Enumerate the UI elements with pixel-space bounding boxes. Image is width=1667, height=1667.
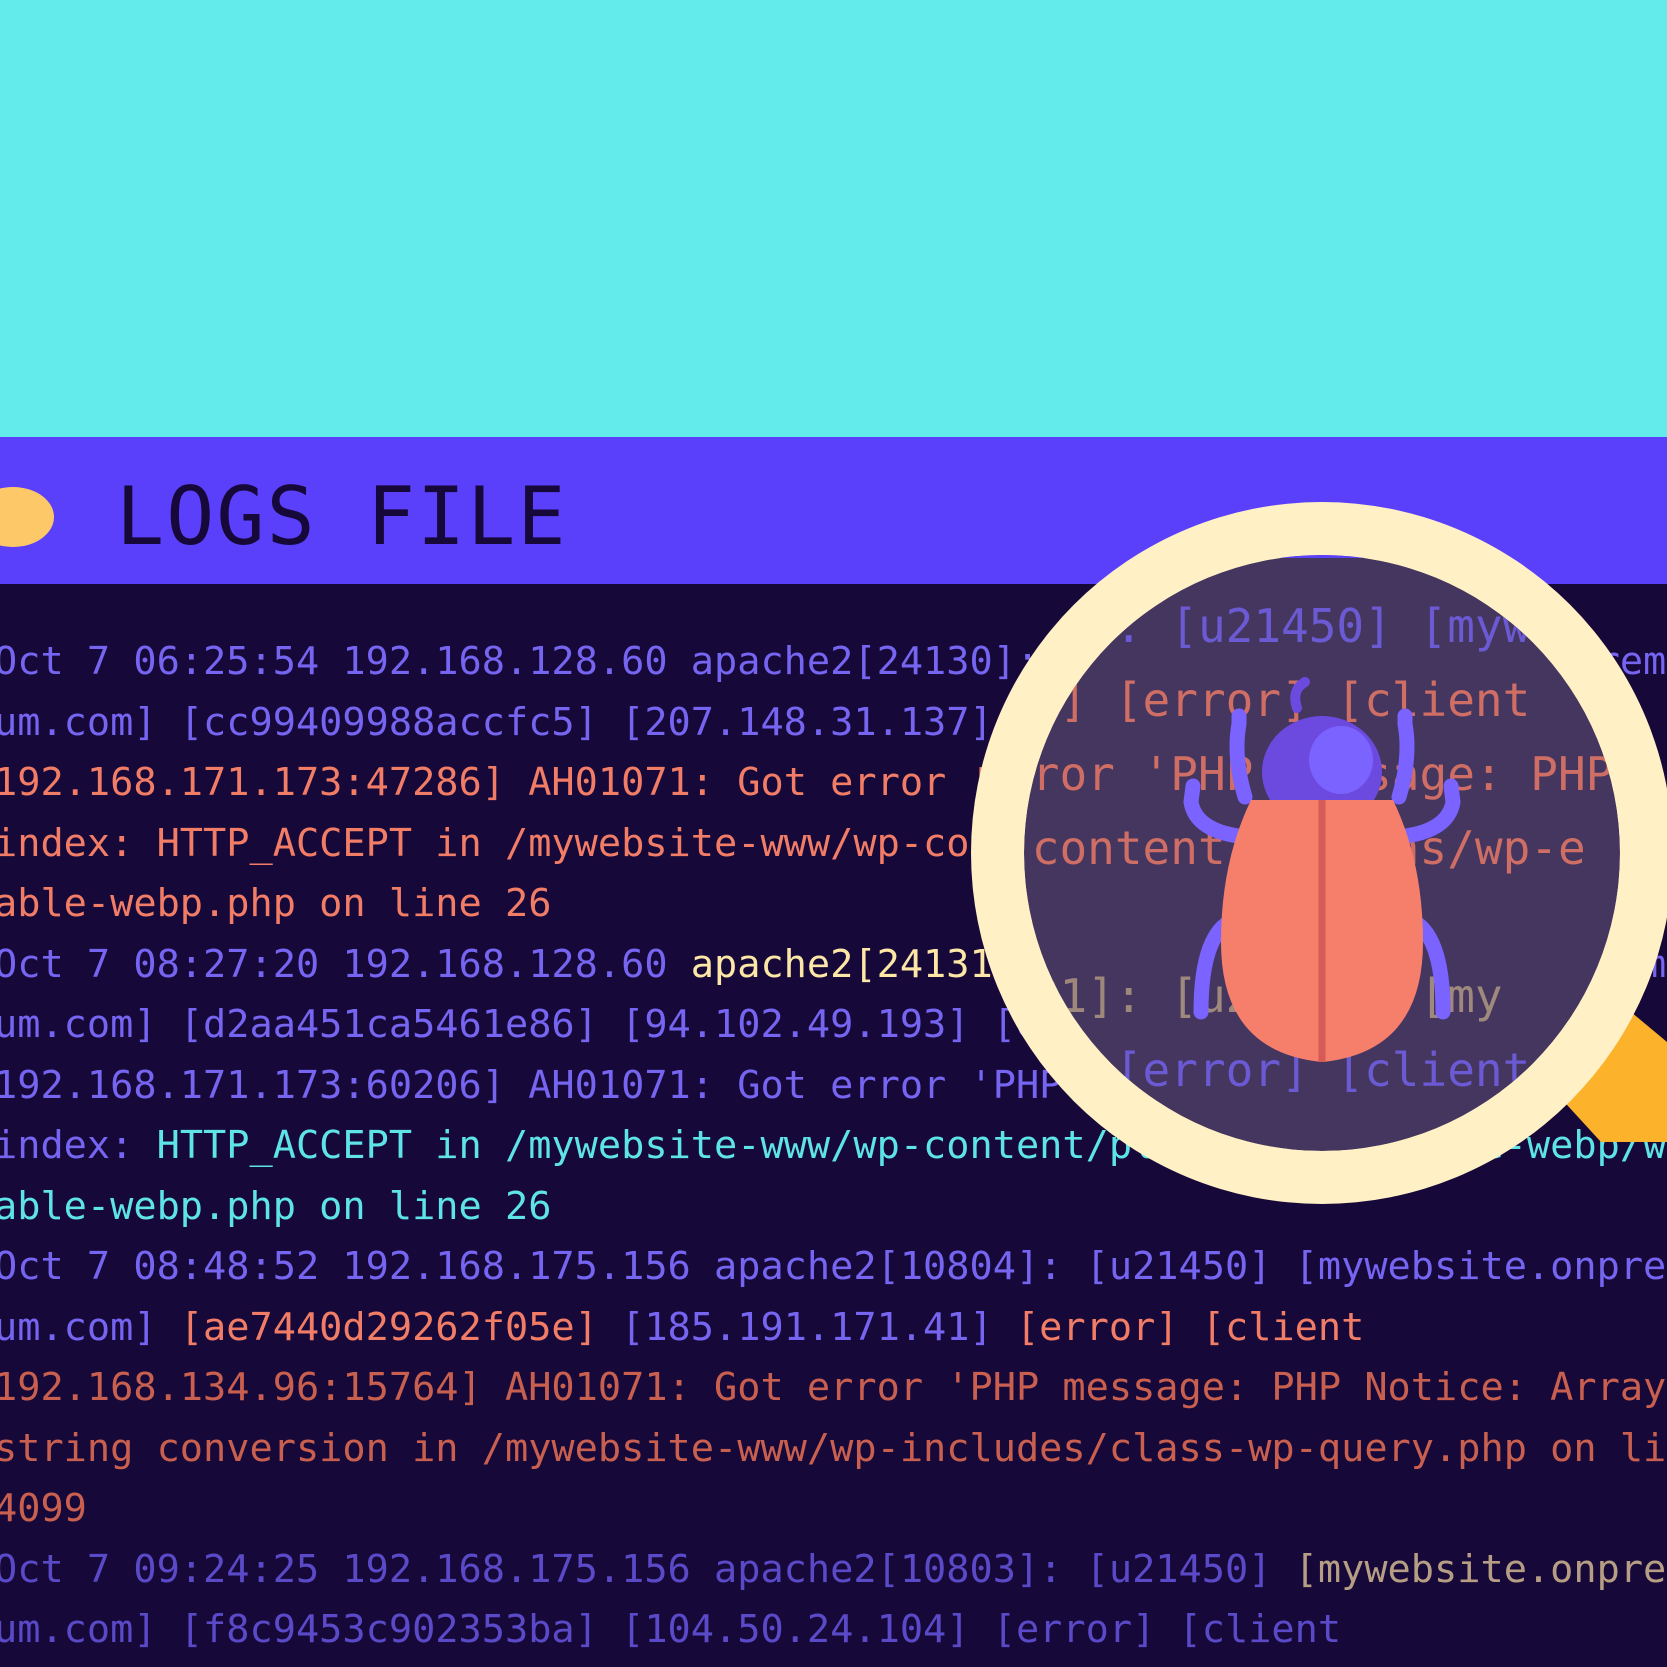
log-segment: Oct 7 08:27:20 192.168.128.60 bbox=[0, 941, 691, 987]
log-line: um.com] [f8c9453c902353ba] [104.50.24.10… bbox=[0, 1600, 1667, 1661]
log-line: 4099 bbox=[0, 1479, 1667, 1540]
magnifying-glass-icon: [24130]: [u21450] [mywebs 1.137] [error] … bbox=[971, 502, 1667, 1205]
log-segment: 192.168.171.173:47286] bbox=[0, 760, 529, 805]
log-segment: Oct 7 09:24:25 192.168.175.156 apache2[1… bbox=[0, 1546, 1295, 1592]
magnifier-graphic: [24130]: [u21450] [mywebs1.137] [error] … bbox=[971, 502, 1667, 1204]
log-segment: apache2[24131] bbox=[690, 941, 1016, 987]
log-line: Oct 7 08:48:52 192.168.175.156 apache2[1… bbox=[0, 1237, 1667, 1298]
log-segment: able-webp.php on line 26 bbox=[0, 1183, 552, 1229]
log-segment: string conversion in /mywebsite-www/wp-i… bbox=[0, 1425, 1667, 1471]
log-segment: Oct 7 08:48:52 192.168.175.156 apache2[1… bbox=[0, 1244, 1667, 1289]
log-line: 192.168.134.96:15764] AH01071: Got error… bbox=[0, 1358, 1667, 1419]
log-segment: [ae7440d29262f05e] bbox=[179, 1304, 622, 1350]
log-segment: [error] [client bbox=[1015, 1304, 1365, 1350]
log-segment: [185.191.171.41] bbox=[621, 1304, 1016, 1350]
background-sky bbox=[0, 0, 1667, 437]
log-segment: um.com] [f8c9453c902353ba] [104.50.24.10… bbox=[0, 1607, 1342, 1652]
log-segment: able-webp.php on line 26 bbox=[0, 881, 552, 926]
log-segment: 4099 bbox=[0, 1486, 87, 1531]
log-segment: [mywebsite.onpremi bbox=[1294, 1546, 1667, 1592]
log-line: string conversion in /mywebsite-www/wp-i… bbox=[0, 1419, 1667, 1480]
log-segment: 192.168.134.96:15764] AH01071: Got error… bbox=[0, 1365, 1667, 1410]
log-segment: index: bbox=[0, 1123, 157, 1168]
log-segment: um.com] bbox=[0, 1304, 180, 1350]
log-line: Oct 7 09:24:25 192.168.175.156 apache2[1… bbox=[0, 1540, 1667, 1601]
log-line: um.com] [ae7440d29262f05e] [185.191.171.… bbox=[0, 1298, 1667, 1359]
window-title: LOGS FILE bbox=[116, 470, 568, 563]
